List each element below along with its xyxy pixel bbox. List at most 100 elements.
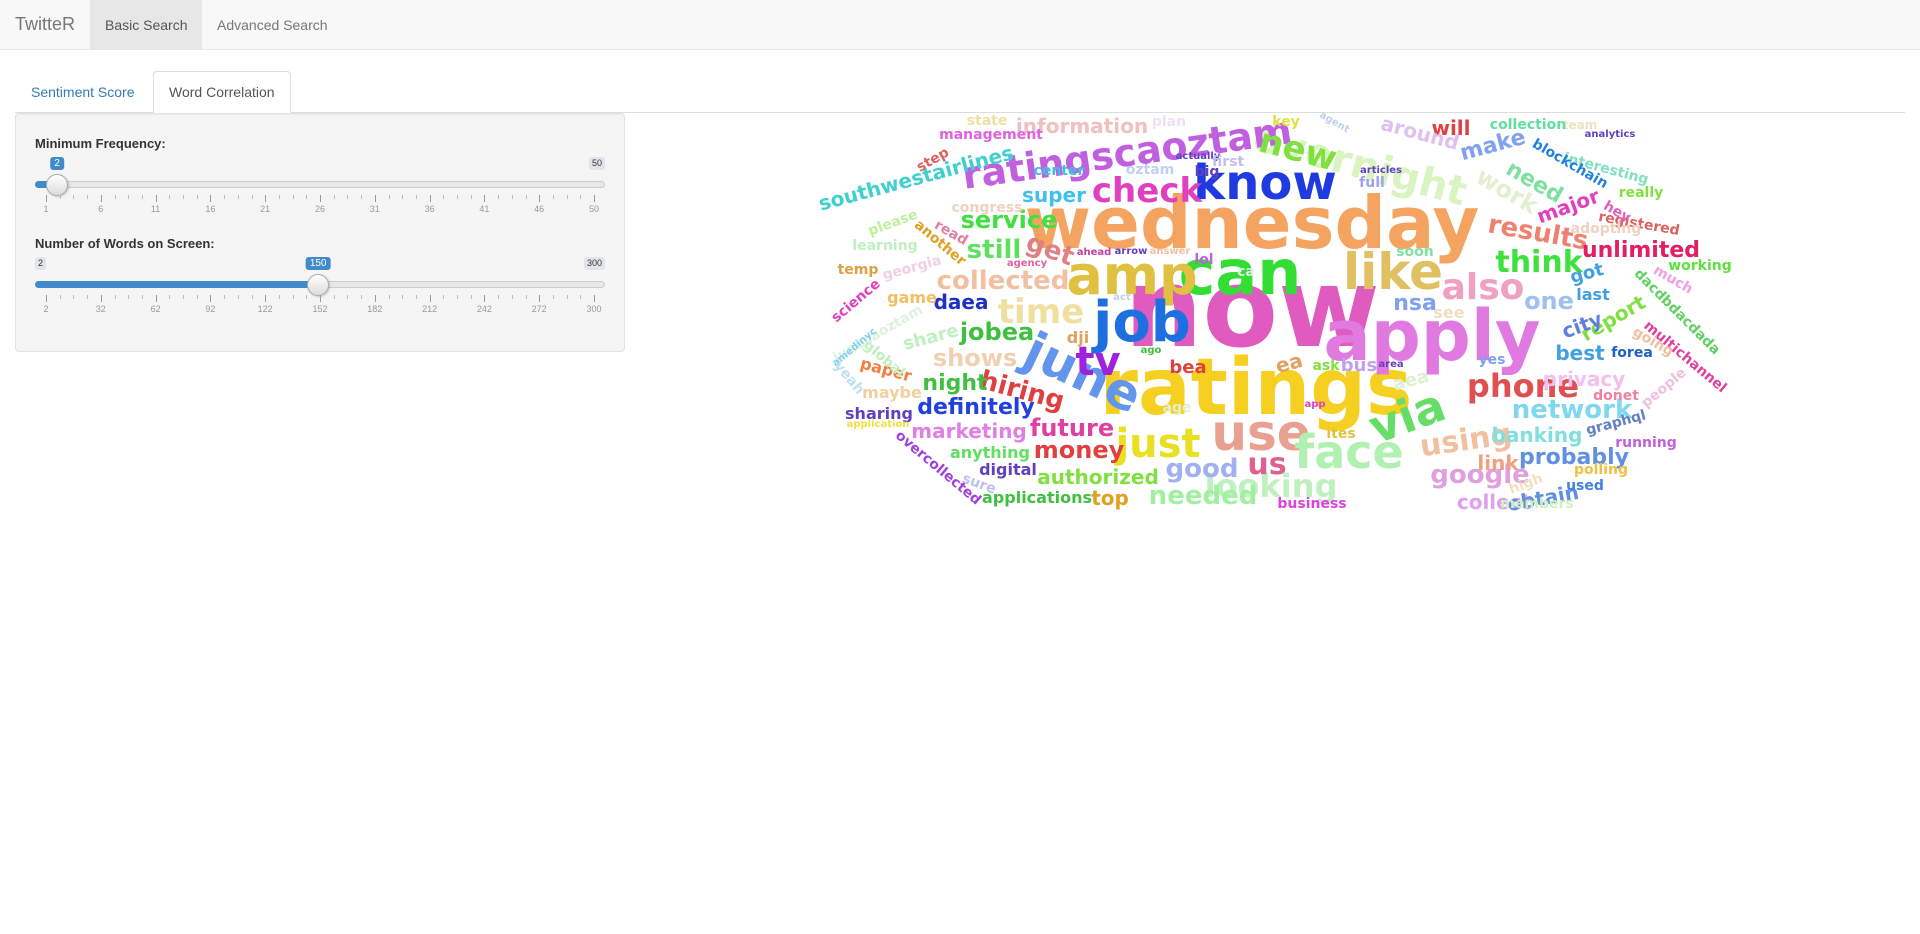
word-polling: polling <box>1573 462 1629 478</box>
slider-tick-label: 41 <box>479 204 490 214</box>
slider-minor-tick <box>141 195 143 199</box>
slider-tick-label: 92 <box>205 304 216 314</box>
word-adopting: adopting <box>1570 221 1642 237</box>
slider-max-badge: 50 <box>588 157 605 170</box>
slider-tick <box>429 295 431 302</box>
slider-handle[interactable] <box>307 274 330 296</box>
slider-minor-tick <box>237 195 239 199</box>
slider-minor-tick <box>183 295 184 299</box>
slider-tick <box>539 195 541 202</box>
word-team: team <box>1562 118 1598 132</box>
word-maybe: maybe <box>862 383 922 402</box>
slider-tick-label: 46 <box>534 204 545 214</box>
slider-tick <box>484 295 486 302</box>
slider-minor-tick <box>388 295 390 299</box>
min-frequency-slider[interactable]: 1 50 2 16111621263136414650 <box>35 157 605 227</box>
slider-tick <box>265 295 267 302</box>
slider-minor-tick <box>566 295 568 299</box>
slider-tick-label: 272 <box>531 304 547 314</box>
tab-word-correlation[interactable]: Word Correlation <box>153 71 291 113</box>
word-daea: daea <box>933 290 989 314</box>
slider-tick-label: 1 <box>43 204 49 214</box>
word-answer: answer <box>1149 246 1191 257</box>
word-marketing: marketing <box>911 419 1027 443</box>
slider-tick-label: 31 <box>369 204 380 214</box>
word-tv: tv <box>1075 339 1121 385</box>
slider-minor-tick <box>415 295 417 299</box>
word-last: last <box>1576 285 1610 304</box>
word-application: application <box>846 419 910 430</box>
word-nsa: nsa <box>1393 291 1437 316</box>
slider-tick <box>320 195 321 202</box>
nav-advanced-search[interactable]: Advanced Search <box>202 0 343 50</box>
word-running: running <box>1615 435 1677 451</box>
slider-minor-tick <box>196 295 198 299</box>
word-center: center <box>1033 163 1085 179</box>
word-ask: ask <box>1312 358 1340 374</box>
slider-minor-tick <box>443 295 445 299</box>
slider-minor-tick <box>361 195 363 199</box>
slider-minor-tick <box>306 195 308 199</box>
slider-minor-tick <box>59 295 61 299</box>
slider-minor-tick <box>292 295 294 299</box>
slider-minor-tick <box>566 195 568 199</box>
slider-tick <box>484 195 486 202</box>
slider-minor-tick <box>457 295 458 299</box>
slider-tick <box>374 295 376 302</box>
slider-tick-label: 300 <box>586 304 602 314</box>
slider-value-badge: 150 <box>305 257 331 270</box>
slider-tick-label: 122 <box>257 304 273 314</box>
slider-handle[interactable] <box>46 174 69 196</box>
word-temp: temp <box>837 262 879 278</box>
word-applications: applications <box>982 488 1092 507</box>
slider-minor-tick <box>347 195 349 199</box>
word-ago: ago <box>1140 345 1162 356</box>
slider-tick-label: 242 <box>476 304 492 314</box>
slider-minor-tick <box>415 195 417 199</box>
nav-basic-search[interactable]: Basic Search <box>90 0 203 50</box>
word-articles: articles <box>1360 165 1402 176</box>
slider-max-badge: 300 <box>583 257 605 270</box>
num-words-slider[interactable]: 2 300 150 2 32 62 92 122 152 182 212 242 272 300 <box>35 257 605 327</box>
word-money: money <box>1033 436 1125 464</box>
slider-tick-label: 50 <box>588 204 600 214</box>
word-agency: agency <box>1006 258 1048 269</box>
slider-tick-label: 212 <box>422 304 438 314</box>
slider-tick <box>594 295 595 302</box>
slider-minor-tick <box>224 195 226 199</box>
word-key: key <box>1272 114 1300 130</box>
slider-tick-label: 2 <box>43 304 49 314</box>
slider-grid: 1 6 11 16 21 26 31 36 41 46 50 <box>35 195 605 215</box>
slider-tick <box>100 295 102 302</box>
slider-tick-label: 26 <box>314 204 326 214</box>
navbar-brand[interactable]: TwitteR <box>15 14 75 34</box>
slider-track[interactable] <box>35 181 605 188</box>
tab-sentiment-score[interactable]: Sentiment Score <box>15 71 151 113</box>
slider-minor-tick <box>333 295 335 299</box>
word-link: link <box>1477 451 1519 475</box>
slider-minor-tick <box>114 295 116 299</box>
word-ea: ea <box>1272 347 1306 379</box>
word-collection: collection <box>1489 117 1567 133</box>
slider-tick-label: 182 <box>367 304 383 314</box>
slider-minor-tick <box>114 195 116 199</box>
word-members: members <box>1500 496 1574 512</box>
word-state: state <box>966 113 1008 129</box>
slider-min-badge: 2 <box>35 257 47 270</box>
word-needed: needed <box>1148 481 1258 511</box>
word-top: top <box>1091 486 1129 510</box>
slider-minor-tick <box>470 195 472 199</box>
word-donet: donet <box>1593 388 1639 404</box>
slider-minor-tick <box>333 195 335 199</box>
word-working: working <box>1668 258 1732 274</box>
slider-tick-label: 32 <box>95 304 106 314</box>
word-lol: lol <box>1194 252 1214 268</box>
slider-minor-tick <box>457 195 458 199</box>
slider-tick <box>539 295 541 302</box>
word-bus: bus <box>1340 355 1378 376</box>
word-forea: forea <box>1611 345 1653 361</box>
slider-minor-tick <box>552 195 554 199</box>
slider-tick-label: 152 <box>312 304 328 314</box>
slider-minor-tick <box>183 195 184 199</box>
num-words-label: Number of Words on Screen: <box>35 236 215 251</box>
